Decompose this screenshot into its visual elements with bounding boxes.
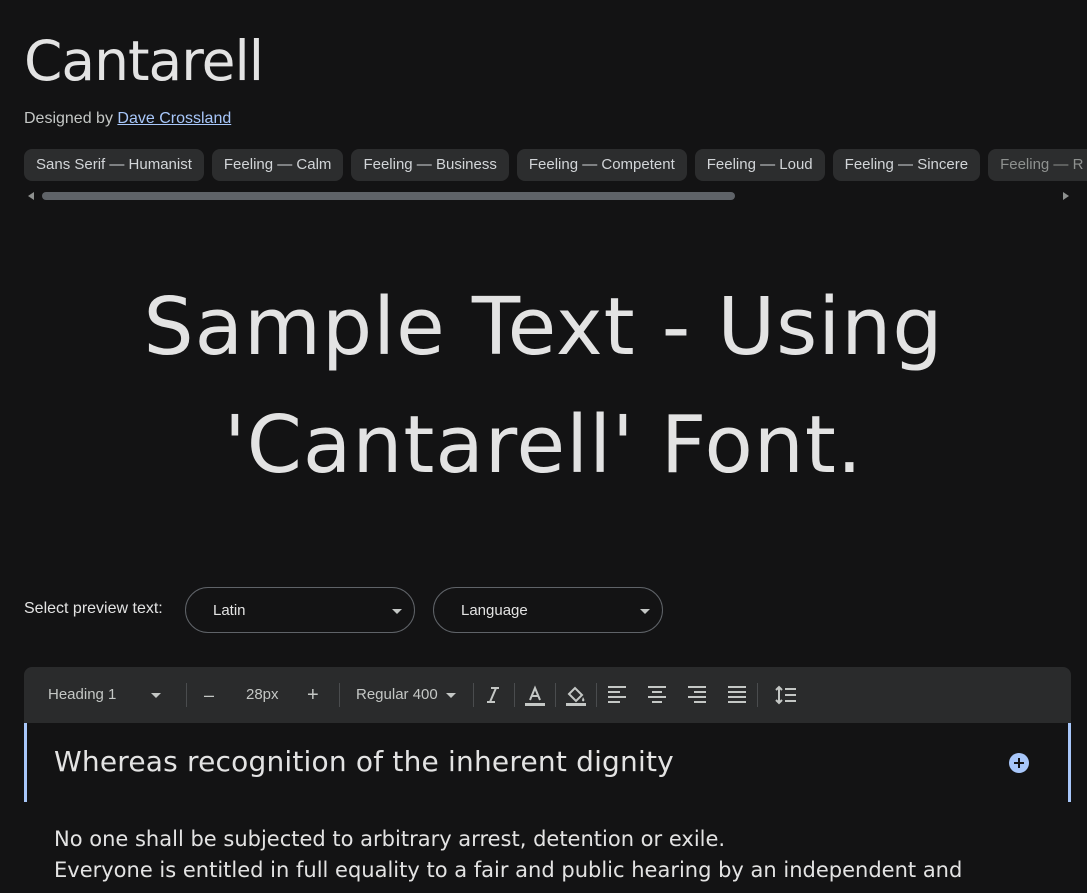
preview-label: Select preview text: xyxy=(24,600,163,617)
editor-paragraph[interactable]: No one shall be subjected to arbitrary a… xyxy=(54,824,1054,886)
script-select-value: Latin xyxy=(213,602,246,619)
align-left-icon[interactable] xyxy=(605,683,629,707)
chevron-down-icon xyxy=(392,609,402,614)
chevron-down-icon xyxy=(640,609,650,614)
language-select[interactable]: Language xyxy=(433,587,663,633)
align-center-icon[interactable] xyxy=(645,683,669,707)
editor-heading-text[interactable]: Whereas recognition of the inherent dign… xyxy=(54,745,674,778)
chevron-down-icon[interactable] xyxy=(151,693,161,698)
font-weight-select[interactable]: Regular 400 xyxy=(356,667,438,723)
tag-chip[interactable]: Feeling — Calm xyxy=(211,149,344,181)
toolbar-divider xyxy=(757,683,758,707)
italic-icon[interactable] xyxy=(481,683,505,707)
scrollbar-thumb[interactable] xyxy=(42,192,735,200)
tag-chip[interactable]: Feeling — Competent xyxy=(516,149,687,181)
toolbar-divider xyxy=(186,683,187,707)
scroll-left-arrow-icon[interactable] xyxy=(28,192,34,200)
designed-by-label: Designed by xyxy=(24,110,113,127)
chevron-down-icon[interactable] xyxy=(446,693,456,698)
text-style-select[interactable]: Heading 1 xyxy=(48,667,116,723)
tag-chip[interactable]: Feeling — Business xyxy=(351,149,509,181)
text-color-icon[interactable] xyxy=(523,683,547,707)
tag-chip[interactable]: Feeling — R xyxy=(988,149,1087,181)
tags-scrollbar[interactable] xyxy=(24,190,1071,202)
tag-chip[interactable]: Sans Serif — Humanist xyxy=(24,149,204,181)
editor-toolbar: Heading 1 – 28px + Regular 400 xyxy=(24,667,1071,723)
tag-chip[interactable]: Feeling — Loud xyxy=(694,149,825,181)
add-circle-icon[interactable] xyxy=(1009,753,1029,773)
scroll-right-arrow-icon[interactable] xyxy=(1063,192,1069,200)
paragraph-line: No one shall be subjected to arbitrary a… xyxy=(54,827,726,851)
designer-link[interactable]: Dave Crossland xyxy=(117,110,231,127)
paragraph-line: Everyone is entitled in full equality to… xyxy=(54,858,963,882)
editor-heading-block[interactable]: Whereas recognition of the inherent dign… xyxy=(24,723,1071,802)
font-title: Cantarell xyxy=(24,29,264,93)
tag-chip[interactable]: Feeling — Sincere xyxy=(832,149,981,181)
align-right-icon[interactable] xyxy=(685,683,709,707)
sample-text: Sample Text - Using 'Cantarell' Font. xyxy=(0,268,1087,504)
font-size-value[interactable]: 28px xyxy=(246,667,279,723)
script-select[interactable]: Latin xyxy=(185,587,415,633)
toolbar-divider xyxy=(555,683,556,707)
sample-text-line: Sample Text - Using xyxy=(143,281,944,373)
sample-text-line: 'Cantarell' Font. xyxy=(224,399,863,491)
highlight-icon[interactable] xyxy=(564,683,588,707)
font-specimen-page: Cantarell Designed by Dave Crossland San… xyxy=(0,0,1087,893)
designer-line: Designed by Dave Crossland xyxy=(24,110,231,128)
toolbar-divider xyxy=(596,683,597,707)
toolbar-divider xyxy=(514,683,515,707)
line-spacing-icon[interactable] xyxy=(774,683,798,707)
language-select-value: Language xyxy=(461,602,528,619)
increase-size-button[interactable]: + xyxy=(307,667,319,723)
tags-row: Sans Serif — Humanist Feeling — Calm Fee… xyxy=(24,149,1087,181)
toolbar-divider xyxy=(473,683,474,707)
decrease-size-button[interactable]: – xyxy=(204,667,214,723)
align-justify-icon[interactable] xyxy=(725,683,749,707)
toolbar-divider xyxy=(339,683,340,707)
